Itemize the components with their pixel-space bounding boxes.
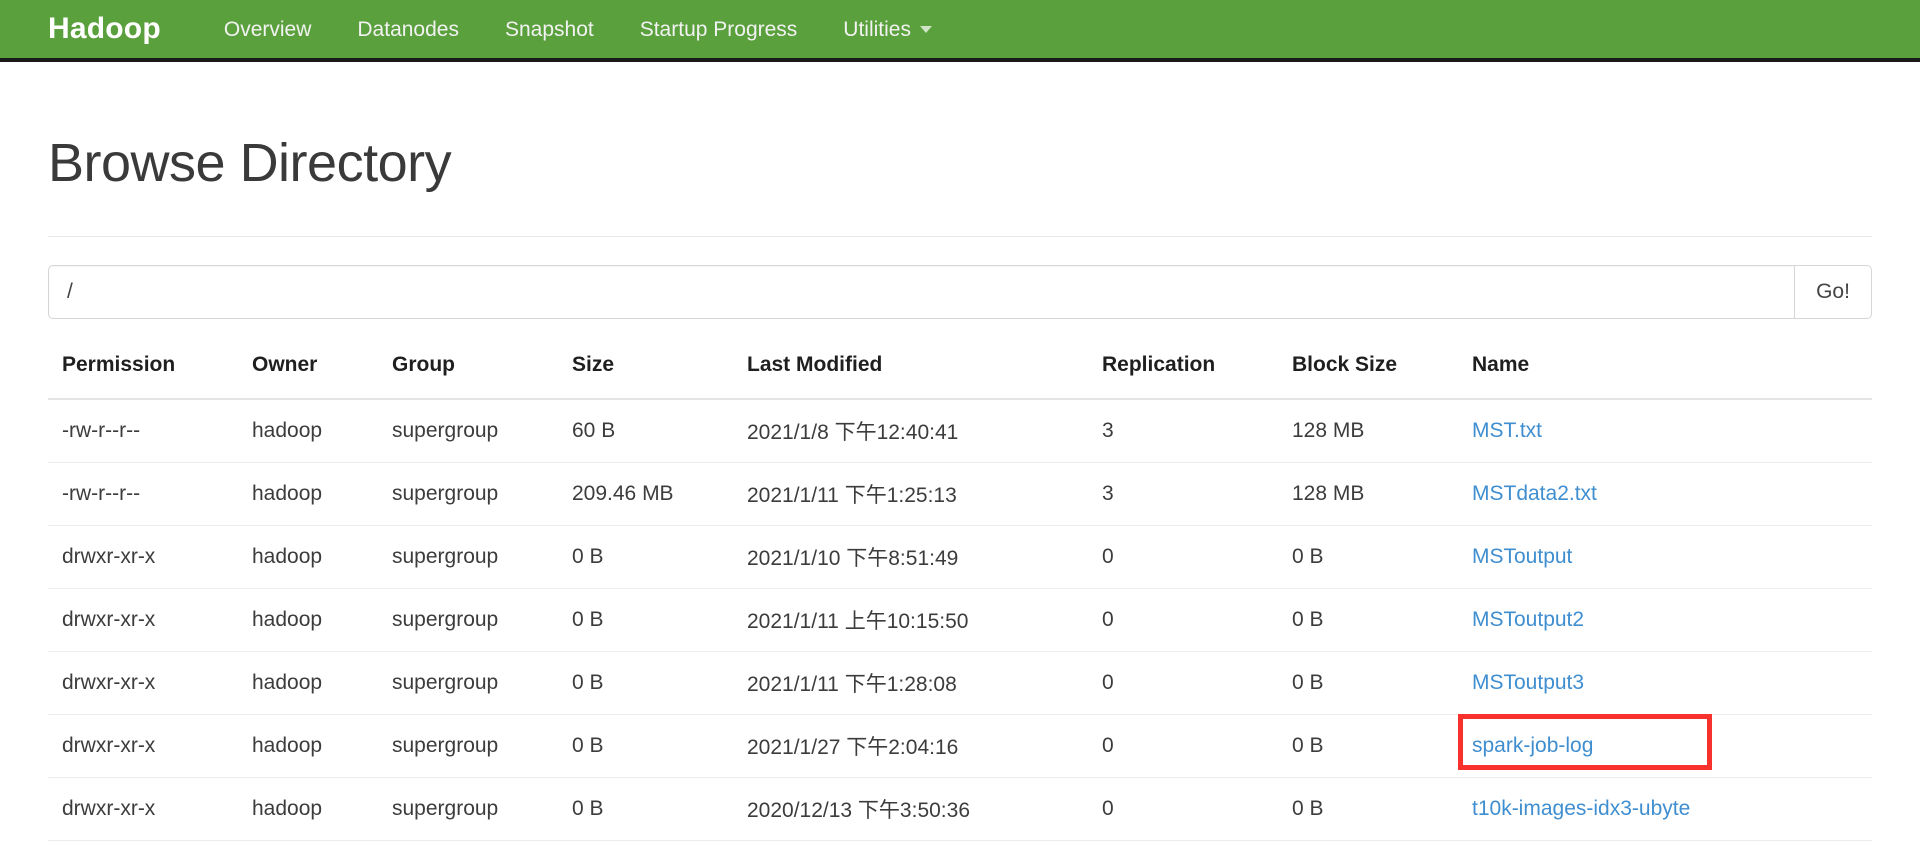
- cell-group: supergroup: [378, 714, 558, 778]
- col-header-permission: Permission: [48, 352, 238, 400]
- file-listing-table: Permission Owner Group Size Last Modifie…: [48, 352, 1872, 841]
- col-header-size: Size: [558, 352, 733, 400]
- page-title: Browse Directory: [48, 133, 452, 193]
- cell-size: 0 B: [558, 525, 733, 589]
- nav-item-datanodes[interactable]: Datanodes: [334, 19, 482, 40]
- cell-block-size: 0 B: [1278, 651, 1458, 715]
- col-header-owner: Owner: [238, 352, 378, 400]
- cell-replication: 3: [1088, 398, 1278, 463]
- cell-last-modified: 2021/1/10 下午8:51:49: [733, 525, 1088, 589]
- cell-replication: 0: [1088, 588, 1278, 652]
- title-divider: [48, 235, 1872, 237]
- file-link[interactable]: t10k-images-idx3-ubyte: [1472, 797, 1690, 820]
- cell-name: MSToutput: [1458, 525, 1872, 589]
- cell-permission: drwxr-xr-x: [48, 777, 238, 841]
- cell-block-size: 128 MB: [1278, 398, 1458, 463]
- nav-item-utilities[interactable]: Utilities: [820, 19, 955, 40]
- main-container: Browse Directory Go! Permission Owner Gr…: [0, 62, 1920, 841]
- chevron-down-icon: [919, 25, 932, 33]
- file-link[interactable]: spark-job-log: [1472, 734, 1593, 757]
- table-head: Permission Owner Group Size Last Modifie…: [48, 352, 1872, 400]
- brand-hadoop[interactable]: Hadoop: [48, 14, 161, 44]
- nav-item-utilities-label: Utilities: [843, 17, 911, 41]
- col-header-block-size: Block Size: [1278, 352, 1458, 400]
- cell-size: 60 B: [558, 398, 733, 463]
- cell-last-modified: 2021/1/27 下午2:04:16: [733, 714, 1088, 778]
- col-header-name: Name: [1458, 352, 1872, 400]
- cell-block-size: 0 B: [1278, 714, 1458, 778]
- col-header-group: Group: [378, 352, 558, 400]
- cell-name: MSTdata2.txt: [1458, 462, 1872, 526]
- cell-name: MSToutput3: [1458, 651, 1872, 715]
- cell-group: supergroup: [378, 651, 558, 715]
- table-row: -rw-r--r-- hadoop supergroup 60 B 2021/1/8 下…: [48, 398, 1872, 463]
- cell-size: 0 B: [558, 714, 733, 778]
- cell-block-size: 128 MB: [1278, 462, 1458, 526]
- cell-name: t10k-images-idx3-ubyte: [1458, 777, 1872, 841]
- cell-name: spark-job-log: [1458, 713, 1872, 778]
- table-row: -rw-r--r-- hadoop supergroup 209.46 MB 2021/…: [48, 462, 1872, 526]
- cell-block-size: 0 B: [1278, 588, 1458, 652]
- col-header-last-modified: Last Modified: [733, 352, 1088, 400]
- cell-replication: 0: [1088, 525, 1278, 589]
- cell-group: supergroup: [378, 777, 558, 841]
- cell-owner: hadoop: [238, 462, 378, 526]
- cell-permission: drwxr-xr-x: [48, 525, 238, 589]
- cell-size: 0 B: [558, 651, 733, 715]
- cell-owner: hadoop: [238, 525, 378, 589]
- cell-group: supergroup: [378, 525, 558, 589]
- path-input[interactable]: [48, 264, 1794, 319]
- cell-block-size: 0 B: [1278, 525, 1458, 589]
- file-link[interactable]: MSTdata2.txt: [1472, 482, 1597, 505]
- cell-permission: drwxr-xr-x: [48, 651, 238, 715]
- top-navbar: Hadoop Overview Datanodes Snapshot Start…: [0, 0, 1920, 62]
- cell-last-modified: 2021/1/8 下午12:40:41: [733, 398, 1088, 463]
- go-button[interactable]: Go!: [1794, 264, 1872, 319]
- table-header-row: Permission Owner Group Size Last Modifie…: [48, 352, 1872, 400]
- path-input-group: Go!: [48, 264, 1872, 319]
- cell-group: supergroup: [378, 398, 558, 463]
- cell-owner: hadoop: [238, 651, 378, 715]
- cell-last-modified: 2021/1/11 下午1:28:08: [733, 651, 1088, 715]
- cell-last-modified: 2021/1/11 上午10:15:50: [733, 588, 1088, 652]
- cell-replication: 0: [1088, 651, 1278, 715]
- file-link[interactable]: MST.txt: [1472, 419, 1542, 442]
- cell-owner: hadoop: [238, 714, 378, 778]
- table-row: drwxr-xr-x hadoop supergroup 0 B 2020/12/13 …: [48, 777, 1872, 841]
- cell-permission: drwxr-xr-x: [48, 714, 238, 778]
- table-row: drwxr-xr-x hadoop supergroup 0 B 2021/1/10 下…: [48, 525, 1872, 589]
- cell-size: 0 B: [558, 777, 733, 841]
- nav-links: Overview Datanodes Snapshot Startup Prog…: [201, 19, 955, 40]
- cell-name: MST.txt: [1458, 398, 1872, 463]
- cell-owner: hadoop: [238, 777, 378, 841]
- table-row: drwxr-xr-x hadoop supergroup 0 B 2021/1/27 下…: [48, 713, 1872, 778]
- cell-owner: hadoop: [238, 398, 378, 463]
- cell-name: MSToutput2: [1458, 588, 1872, 652]
- table-row: drwxr-xr-x hadoop supergroup 0 B 2021/1/11 下…: [48, 651, 1872, 715]
- cell-permission: drwxr-xr-x: [48, 588, 238, 652]
- cell-replication: 0: [1088, 777, 1278, 841]
- file-link[interactable]: MSToutput2: [1472, 608, 1584, 631]
- file-link[interactable]: MSToutput: [1472, 545, 1572, 568]
- nav-item-startup-progress[interactable]: Startup Progress: [617, 19, 821, 40]
- file-table-wrap: Permission Owner Group Size Last Modifie…: [48, 352, 1872, 841]
- cell-group: supergroup: [378, 588, 558, 652]
- cell-last-modified: 2020/12/13 下午3:50:36: [733, 777, 1088, 841]
- table-body: -rw-r--r-- hadoop supergroup 60 B 2021/1/8 下…: [48, 398, 1872, 841]
- cell-size: 209.46 MB: [558, 462, 733, 526]
- col-header-replication: Replication: [1088, 352, 1278, 400]
- cell-group: supergroup: [378, 462, 558, 526]
- cell-permission: -rw-r--r--: [48, 462, 238, 526]
- cell-last-modified: 2021/1/11 下午1:25:13: [733, 462, 1088, 526]
- cell-owner: hadoop: [238, 588, 378, 652]
- nav-item-snapshot[interactable]: Snapshot: [482, 19, 617, 40]
- cell-block-size: 0 B: [1278, 777, 1458, 841]
- nav-item-overview[interactable]: Overview: [201, 19, 335, 40]
- table-row: drwxr-xr-x hadoop supergroup 0 B 2021/1/11 上…: [48, 588, 1872, 652]
- file-link[interactable]: MSToutput3: [1472, 671, 1584, 694]
- cell-replication: 3: [1088, 462, 1278, 526]
- cell-size: 0 B: [558, 588, 733, 652]
- cell-permission: -rw-r--r--: [48, 398, 238, 463]
- cell-replication: 0: [1088, 714, 1278, 778]
